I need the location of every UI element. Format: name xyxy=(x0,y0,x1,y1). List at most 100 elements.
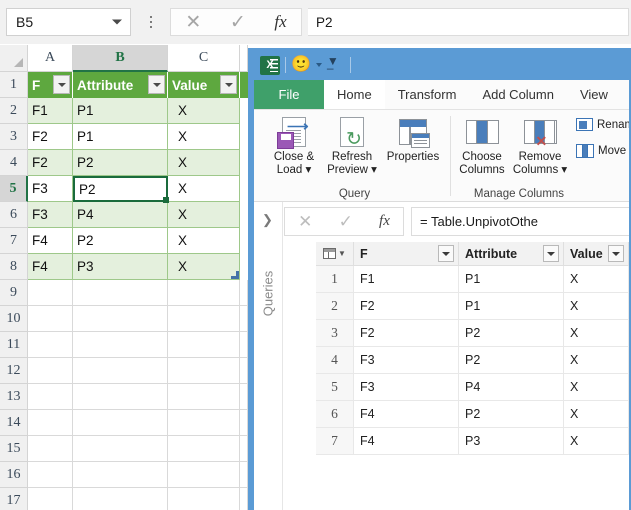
cell-a8[interactable]: F4 xyxy=(28,254,73,280)
table-resize-handle[interactable] xyxy=(231,271,239,279)
pq-cell-f[interactable]: F2 xyxy=(354,293,459,320)
cell-a12[interactable] xyxy=(28,358,73,384)
filter-dropdown-icon[interactable] xyxy=(608,245,624,262)
fill-handle[interactable] xyxy=(163,197,169,203)
cancel-icon[interactable]: ✕ xyxy=(298,212,312,232)
pq-cell-attribute[interactable]: P2 xyxy=(459,347,564,374)
pq-grid-corner[interactable]: ▼ xyxy=(316,242,354,266)
cell-d15[interactable] xyxy=(240,436,248,462)
row-header-7[interactable]: 7 xyxy=(0,228,28,254)
filter-dropdown-icon[interactable] xyxy=(438,245,454,262)
cell-a10[interactable] xyxy=(28,306,73,332)
cell-d9[interactable] xyxy=(240,280,248,306)
cell-b11[interactable] xyxy=(73,332,168,358)
cell-d12[interactable] xyxy=(240,358,248,384)
row-header-3[interactable]: 3 xyxy=(0,124,28,150)
cell-c10[interactable] xyxy=(168,306,240,332)
pq-cell-value[interactable]: X xyxy=(564,428,629,455)
pq-cell-attribute[interactable]: P1 xyxy=(459,293,564,320)
cell-c4[interactable]: X xyxy=(168,150,240,176)
insert-function-icon[interactable]: fx xyxy=(274,12,286,32)
tab-add-column[interactable]: Add Column xyxy=(469,80,567,109)
filter-dropdown-icon[interactable] xyxy=(53,75,70,94)
cell-d10[interactable] xyxy=(240,306,248,332)
qat-dropdown-icon[interactable]: ▼ – xyxy=(327,55,339,75)
table-header-attribute[interactable]: Attribute xyxy=(73,72,168,98)
cell-a3[interactable]: F2 xyxy=(28,124,73,150)
pq-cell-value[interactable]: X xyxy=(564,266,629,293)
name-box[interactable]: B5 xyxy=(6,8,131,36)
confirm-icon[interactable]: ✓ xyxy=(339,212,353,232)
cell-a13[interactable] xyxy=(28,384,73,410)
row-header-12[interactable]: 12 xyxy=(0,358,28,384)
cell-a7[interactable]: F4 xyxy=(28,228,73,254)
column-header-b[interactable]: B xyxy=(73,45,168,72)
cell-c14[interactable] xyxy=(168,410,240,436)
cell-b8[interactable]: P3 xyxy=(73,254,168,280)
cell-c8[interactable]: X xyxy=(168,254,240,280)
pq-cell-f[interactable]: F3 xyxy=(354,374,459,401)
pq-cell-value[interactable]: X xyxy=(564,320,629,347)
remove-columns-button[interactable]: ✕ Remove Columns ▾ xyxy=(512,113,568,176)
pq-formula-input[interactable]: = Table.UnpivotOthe xyxy=(411,207,629,236)
cell-c13[interactable] xyxy=(168,384,240,410)
formula-input[interactable]: P2 xyxy=(308,8,629,36)
cell-b16[interactable] xyxy=(73,462,168,488)
row-header-5[interactable]: 5 xyxy=(0,176,28,202)
close-and-load-button[interactable]: ⟶ Close & Load ▾ xyxy=(266,113,322,176)
row-header-2[interactable]: 2 xyxy=(0,98,28,124)
choose-columns-button[interactable]: Choose Columns xyxy=(454,113,510,176)
row-header-11[interactable]: 11 xyxy=(0,332,28,358)
pq-header-f[interactable]: F xyxy=(354,242,459,266)
cell-d16[interactable] xyxy=(240,462,248,488)
row-header-4[interactable]: 4 xyxy=(0,150,28,176)
cell-b14[interactable] xyxy=(73,410,168,436)
column-header-a[interactable]: A xyxy=(28,45,73,72)
chevron-down-icon[interactable]: ▼ xyxy=(338,249,346,258)
smiley-icon[interactable]: 🙂 xyxy=(291,57,311,73)
cell-a4[interactable]: F2 xyxy=(28,150,73,176)
cell-b12[interactable] xyxy=(73,358,168,384)
row-header-10[interactable]: 10 xyxy=(0,306,28,332)
row-header-8[interactable]: 8 xyxy=(0,254,28,280)
column-header-c[interactable]: C xyxy=(168,45,240,72)
cell-c11[interactable] xyxy=(168,332,240,358)
chevron-down-icon[interactable] xyxy=(315,63,322,67)
queries-pane-collapsed[interactable]: Queries xyxy=(254,242,282,510)
row-header-1[interactable]: 1 xyxy=(0,72,28,98)
tab-view[interactable]: View xyxy=(566,80,621,109)
pq-cell-f[interactable]: F3 xyxy=(354,347,459,374)
pq-cell-value[interactable]: X xyxy=(564,347,629,374)
cell-c9[interactable] xyxy=(168,280,240,306)
cell-a15[interactable] xyxy=(28,436,73,462)
properties-button[interactable]: Properties xyxy=(380,113,446,164)
pq-cell-value[interactable]: X xyxy=(564,374,629,401)
cell-c7[interactable]: X xyxy=(168,228,240,254)
cell-a11[interactable] xyxy=(28,332,73,358)
cell-b9[interactable] xyxy=(73,280,168,306)
pq-cell-f[interactable]: F4 xyxy=(354,428,459,455)
table-header-f[interactable]: F xyxy=(28,72,73,98)
chevron-right-icon[interactable]: ❯ xyxy=(262,212,273,228)
pq-cell-attribute[interactable]: P1 xyxy=(459,266,564,293)
row-header-15[interactable]: 15 xyxy=(0,436,28,462)
cell-d13[interactable] xyxy=(240,384,248,410)
tab-transform[interactable]: Transform xyxy=(384,80,470,109)
pq-header-attribute[interactable]: Attribute xyxy=(459,242,564,266)
confirm-icon[interactable]: ✓ xyxy=(230,11,246,34)
pq-cell-attribute[interactable]: P4 xyxy=(459,374,564,401)
cell-d11[interactable] xyxy=(240,332,248,358)
cell-d17[interactable] xyxy=(240,488,248,510)
cell-b13[interactable] xyxy=(73,384,168,410)
row-header-9[interactable]: 9 xyxy=(0,280,28,306)
cell-c16[interactable] xyxy=(168,462,240,488)
cell-d14[interactable] xyxy=(240,410,248,436)
pq-cell-f[interactable]: F2 xyxy=(354,320,459,347)
tab-home[interactable]: Home xyxy=(324,80,385,109)
pq-cell-attribute[interactable]: P2 xyxy=(459,401,564,428)
pq-cell-attribute[interactable]: P3 xyxy=(459,428,564,455)
cell-b7[interactable]: P2 xyxy=(73,228,168,254)
cell-b3[interactable]: P1 xyxy=(73,124,168,150)
cell-a16[interactable] xyxy=(28,462,73,488)
column-header-d[interactable] xyxy=(240,45,248,72)
